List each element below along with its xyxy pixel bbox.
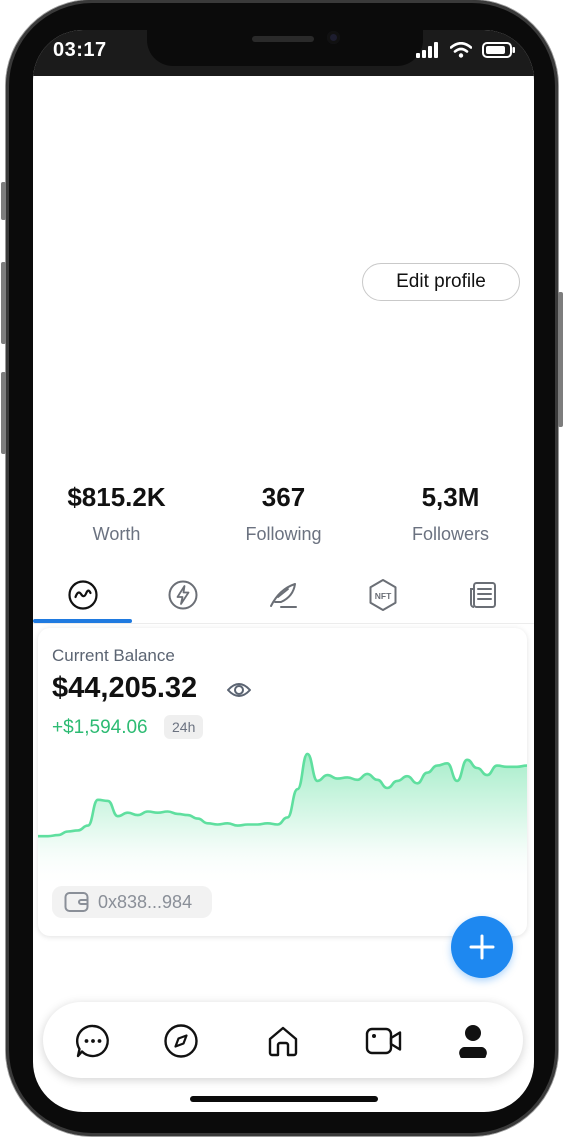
wallet-icon [64, 892, 89, 912]
nav-messages[interactable] [73, 1021, 113, 1061]
balance-value: $44,205.32 [52, 672, 198, 704]
edit-profile-button[interactable]: Edit profile [362, 263, 520, 301]
nav-explore[interactable] [161, 1021, 201, 1061]
volume-up-button [1, 262, 6, 344]
notch [147, 30, 423, 66]
profile-tabs: NFT [33, 570, 534, 624]
tab-divider [33, 623, 534, 624]
stat-value: 5,3M [421, 482, 480, 512]
stat-value: 367 [261, 482, 306, 512]
stat-worth[interactable]: $815.2K Worth [33, 482, 200, 545]
tab-nft[interactable]: NFT [333, 570, 433, 620]
wallet-address-chip[interactable]: 0x838...984 [52, 886, 212, 918]
eye-icon[interactable] [226, 680, 252, 700]
profile-icon [459, 1025, 487, 1058]
mute-switch [1, 182, 6, 220]
nav-profile[interactable] [453, 1021, 493, 1061]
battery-icon [482, 42, 515, 58]
add-button[interactable] [451, 916, 513, 978]
wallet-address: 0x838...984 [98, 891, 193, 912]
nft-badge-icon: NFT [369, 579, 397, 611]
stat-label: Worth [92, 524, 141, 544]
profile-stats: $815.2K Worth 367 Following 5,3M Followe… [33, 482, 534, 545]
home-indicator [190, 1096, 378, 1102]
tab-news[interactable] [433, 570, 533, 620]
activity-chart-icon [68, 580, 98, 610]
camera-icon [327, 31, 340, 44]
speaker-grille [252, 36, 314, 42]
balance-change: +$1,594.06 [52, 717, 148, 738]
video-camera-icon [365, 1027, 402, 1055]
tab-feather[interactable] [233, 570, 333, 620]
status-time: 03:17 [53, 39, 107, 61]
lightning-icon [168, 580, 198, 610]
balance-chart [38, 752, 527, 888]
nft-label: NFT [375, 591, 392, 601]
period-badge[interactable]: 24h [164, 715, 204, 739]
nav-home[interactable] [263, 1021, 303, 1061]
status-bar: 03:17 [33, 30, 534, 76]
stat-following[interactable]: 367 Following [200, 482, 367, 545]
bottom-nav [43, 1002, 523, 1078]
volume-down-button [1, 372, 6, 454]
feather-icon [270, 583, 297, 608]
stat-label: Following [245, 524, 322, 544]
newspaper-icon [470, 582, 496, 608]
status-icons [416, 42, 516, 58]
stat-label: Followers [411, 524, 490, 544]
screen: 03:17 Edit profile $815.2K Worth 367 Fol… [33, 30, 534, 1112]
wifi-icon [450, 42, 472, 58]
signal-icon [416, 42, 438, 58]
nav-video[interactable] [364, 1021, 404, 1061]
stat-followers[interactable]: 5,3M Followers [367, 482, 534, 545]
chat-bubble-icon [75, 1024, 109, 1058]
stat-value: $815.2K [67, 482, 166, 512]
tab-activity[interactable] [33, 570, 133, 620]
power-button [558, 292, 563, 427]
home-icon [268, 1026, 298, 1057]
compass-icon [164, 1024, 198, 1058]
balance-card: Current Balance $44,205.32 +$1,594.06 24… [38, 628, 527, 936]
plus-icon [469, 934, 495, 960]
balance-title: Current Balance [52, 646, 175, 665]
tab-lightning[interactable] [133, 570, 233, 620]
